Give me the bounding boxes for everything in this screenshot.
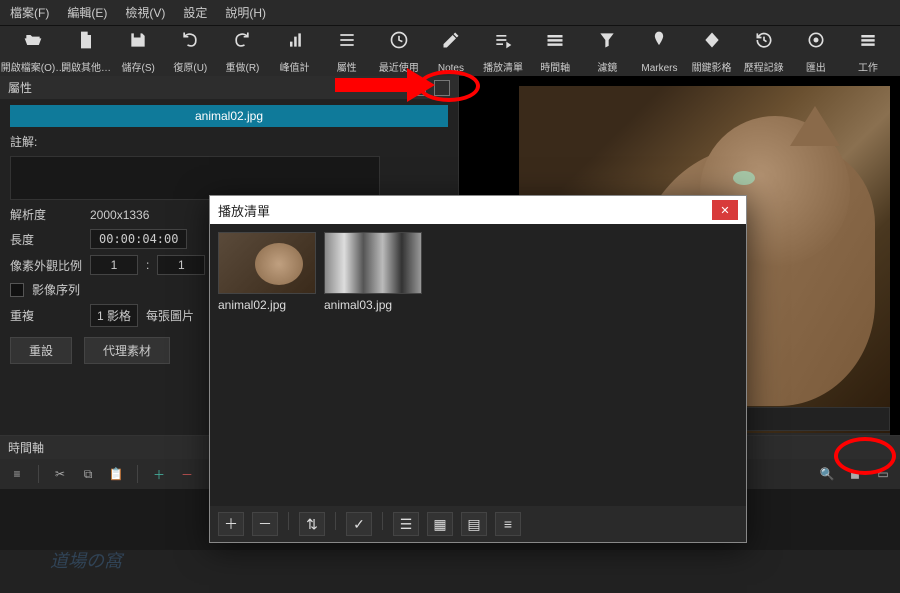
menu-edit[interactable]: 編輯(E) [67, 4, 107, 21]
repeat-label: 重複 [10, 307, 82, 324]
menu-settings[interactable]: 設定 [183, 4, 207, 21]
remove-icon[interactable]: － [178, 465, 196, 483]
document-icon [76, 30, 96, 50]
keyframes-button[interactable]: 關鍵影格 [686, 30, 738, 74]
thumbnail [324, 232, 422, 294]
icons-view-button[interactable]: ≡ [495, 512, 521, 536]
properties-button[interactable]: 屬性 [321, 30, 373, 74]
playlist-body: animal02.jpg animal03.jpg [210, 224, 746, 506]
history-icon [754, 30, 774, 50]
markers-button[interactable]: Markers [633, 30, 685, 74]
diamond-icon [702, 30, 722, 50]
playlist-item-label: animal02.jpg [218, 298, 316, 312]
menu-file[interactable]: 檔案(F) [10, 4, 49, 21]
par-a-input[interactable]: 1 [90, 255, 138, 275]
dialog-close-button[interactable]: ✕ [712, 200, 738, 220]
undo-button[interactable]: 復原(U) [164, 30, 216, 74]
list-view-button[interactable]: ☰ [393, 512, 419, 536]
playlist-dialog: 播放清單 ✕ animal02.jpg animal03.jpg ＋ － ⇅ ✓… [209, 195, 747, 543]
thumbnail [218, 232, 316, 294]
undo-icon [180, 30, 200, 50]
annotation-circle [834, 437, 896, 475]
save-icon [128, 30, 148, 50]
annotation-arrow [335, 78, 415, 92]
repeat-input[interactable]: 1 影格 [90, 304, 138, 327]
proxy-button[interactable]: 代理素材 [84, 337, 170, 364]
menu-view[interactable]: 檢視(V) [125, 4, 165, 21]
export-button[interactable]: 匯出 [790, 30, 842, 74]
reset-button[interactable]: 重設 [10, 337, 72, 364]
duration-input[interactable]: 00:00:04:00 [90, 229, 187, 249]
paste-icon[interactable]: 📋 [107, 465, 125, 483]
list-icon [337, 30, 357, 50]
pin-icon [649, 30, 669, 50]
tiles-view-button[interactable]: ▦ [427, 512, 453, 536]
playlist-button[interactable]: 播放清單 [477, 30, 529, 74]
resolution-label: 解析度 [10, 206, 82, 223]
open-other-button[interactable]: 開啟其他… [60, 30, 112, 74]
resolution-value: 2000x1336 [90, 208, 149, 222]
playlist-item[interactable]: animal03.jpg [324, 232, 422, 312]
playlist-item[interactable]: animal02.jpg [218, 232, 316, 312]
folder-open-icon [23, 30, 43, 50]
filename-header: animal02.jpg [10, 105, 448, 127]
repeat-unit: 每張圖片 [146, 307, 194, 324]
par-label: 像素外觀比例 [10, 257, 82, 274]
playlist-icon [493, 30, 513, 50]
filters-button[interactable]: 濾鏡 [581, 30, 633, 74]
par-colon: : [146, 258, 149, 272]
par-b-input[interactable]: 1 [157, 255, 205, 275]
target-icon [806, 30, 826, 50]
redo-button[interactable]: 重做(R) [216, 30, 268, 74]
funnel-icon [597, 30, 617, 50]
comment-label: 註解: [10, 133, 82, 150]
menu-bar: 檔案(F) 編輯(E) 檢視(V) 設定 說明(H) [0, 0, 900, 26]
cut-icon[interactable]: ✂ [51, 465, 69, 483]
meter-icon [285, 30, 305, 50]
peak-meter-button[interactable]: 峰值計 [269, 30, 321, 74]
playlist-item-label: animal03.jpg [324, 298, 422, 312]
history-button[interactable]: 歷程記錄 [738, 30, 790, 74]
add-button[interactable]: ＋ [218, 512, 244, 536]
check-button[interactable]: ✓ [346, 512, 372, 536]
dialog-title: 播放清單 [218, 201, 712, 220]
open-file-button[interactable]: 開啟檔案(O)… [6, 30, 60, 74]
menu-icon[interactable]: ≡ [8, 465, 26, 483]
remove-button[interactable]: － [252, 512, 278, 536]
sequence-label: 影像序列 [32, 281, 80, 298]
stack-icon [858, 30, 878, 50]
redo-icon [232, 30, 252, 50]
timeline-button[interactable]: 時間軸 [529, 30, 581, 74]
duration-label: 長度 [10, 231, 82, 248]
timeline-icon [545, 30, 565, 50]
add-icon[interactable]: ＋ [150, 465, 168, 483]
comment-input[interactable] [10, 156, 380, 200]
update-button[interactable]: ⇅ [299, 512, 325, 536]
detail-view-button[interactable]: ▤ [461, 512, 487, 536]
zoom-in-icon[interactable]: 🔍 [818, 465, 836, 483]
clock-icon [389, 30, 409, 50]
menu-help[interactable]: 說明(H) [225, 4, 266, 21]
copy-icon[interactable]: ⧉ [79, 465, 97, 483]
sequence-checkbox[interactable] [10, 283, 24, 297]
pencil-icon [441, 30, 461, 50]
watermark-logo: 道場の窩 [50, 547, 122, 573]
jobs-button[interactable]: 工作 [842, 30, 894, 74]
save-button[interactable]: 儲存(S) [112, 30, 164, 74]
